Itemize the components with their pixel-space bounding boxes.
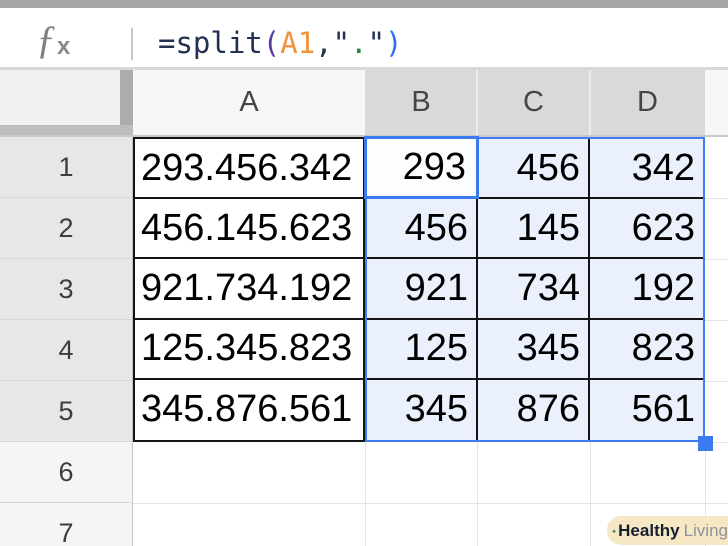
cell-B3[interactable]: 921 bbox=[367, 259, 478, 320]
formula-token-quote-close: " bbox=[367, 26, 386, 60]
column-header-b[interactable]: B bbox=[365, 70, 477, 135]
cell-D4[interactable]: 823 bbox=[590, 320, 703, 380]
gridline bbox=[705, 381, 728, 382]
cell-C1[interactable]: 456 bbox=[478, 139, 590, 200]
gridline bbox=[477, 442, 478, 546]
formula-token-func: =split bbox=[158, 26, 263, 60]
gridline bbox=[365, 442, 366, 546]
row-header-2[interactable]: 2 bbox=[0, 198, 133, 259]
formula-bar-divider bbox=[131, 28, 133, 60]
row-header-7[interactable]: 7 bbox=[0, 503, 133, 546]
active-cell-b1[interactable]: 293 bbox=[364, 136, 479, 199]
fill-handle[interactable] bbox=[698, 436, 713, 451]
row-header-3[interactable]: 3 bbox=[0, 259, 133, 320]
window-top-strip bbox=[0, 0, 728, 8]
cell-A2[interactable]: 456.145.623 bbox=[135, 199, 363, 260]
fx-icon-f: ƒ bbox=[36, 17, 56, 62]
formula-token-close-paren: ) bbox=[385, 26, 403, 60]
cell-B5[interactable]: 345 bbox=[367, 379, 478, 440]
gridline bbox=[590, 442, 591, 546]
header-separator-cd bbox=[589, 70, 591, 135]
cell-A4[interactable]: 125.345.823 bbox=[135, 320, 363, 380]
column-header-c[interactable]: C bbox=[477, 70, 590, 135]
formula-bar: ƒ x =split ( A1 , " . " ) bbox=[0, 8, 728, 70]
cell-C5[interactable]: 876 bbox=[478, 379, 590, 440]
gridline bbox=[133, 503, 728, 504]
header-separator-bc bbox=[476, 70, 478, 135]
column-header-e-partial[interactable] bbox=[705, 70, 728, 135]
cell-C4[interactable]: 345 bbox=[478, 319, 590, 380]
watermark-brand-secondary: Living bbox=[683, 520, 728, 540]
cell-B4[interactable]: 125 bbox=[367, 319, 478, 380]
formula-token-delimiter: . bbox=[350, 26, 368, 60]
gridline bbox=[705, 198, 728, 199]
select-all-corner[interactable] bbox=[0, 70, 133, 135]
cell-A3[interactable]: 921.734.192 bbox=[135, 259, 363, 320]
cell-D5[interactable]: 561 bbox=[590, 380, 703, 440]
watermark-brand-primary: Healthy bbox=[618, 520, 680, 540]
cell-B2[interactable]: 456 bbox=[367, 199, 478, 260]
row-header-6[interactable]: 6 bbox=[0, 442, 133, 503]
row-header-column: 1 2 3 4 5 6 7 bbox=[0, 137, 133, 546]
cell-D1[interactable]: 342 bbox=[590, 139, 703, 200]
row-header-4[interactable]: 4 bbox=[0, 320, 133, 381]
cell-C3[interactable]: 734 bbox=[478, 259, 590, 320]
row-header-5[interactable]: 5 bbox=[0, 381, 133, 442]
cell-A5[interactable]: 345.876.561 bbox=[135, 380, 363, 440]
formula-token-open-paren: ( bbox=[262, 26, 281, 60]
fx-icon-x: x bbox=[57, 33, 71, 60]
watermark-healthy-living: Healthy Living bbox=[607, 516, 728, 545]
formula-input[interactable]: =split ( A1 , " . " ) bbox=[158, 16, 403, 70]
column-header-a[interactable]: A bbox=[133, 70, 365, 135]
fx-icon: ƒ x bbox=[36, 18, 96, 62]
gridline bbox=[705, 259, 728, 260]
cell-A1[interactable]: 293.456.342 bbox=[135, 139, 363, 200]
spreadsheet-app: ƒ x =split ( A1 , " . " ) A B C D 1 2 3 … bbox=[0, 0, 728, 546]
formula-token-comma: , bbox=[315, 26, 333, 60]
cell-D3[interactable]: 192 bbox=[590, 259, 703, 320]
gridline bbox=[705, 320, 728, 321]
column-a-table: 293.456.342 456.145.623 921.734.192 125.… bbox=[133, 137, 365, 442]
corner-bottom-strip bbox=[0, 125, 133, 135]
column-header-d[interactable]: D bbox=[590, 70, 705, 135]
plus-leaf-icon bbox=[612, 528, 616, 533]
row-header-1[interactable]: 1 bbox=[0, 137, 133, 198]
formula-token-quote-open: " bbox=[332, 26, 351, 60]
cell-D2[interactable]: 623 bbox=[590, 199, 703, 260]
formula-token-cell-ref: A1 bbox=[280, 26, 316, 60]
cell-C2[interactable]: 145 bbox=[478, 199, 590, 260]
